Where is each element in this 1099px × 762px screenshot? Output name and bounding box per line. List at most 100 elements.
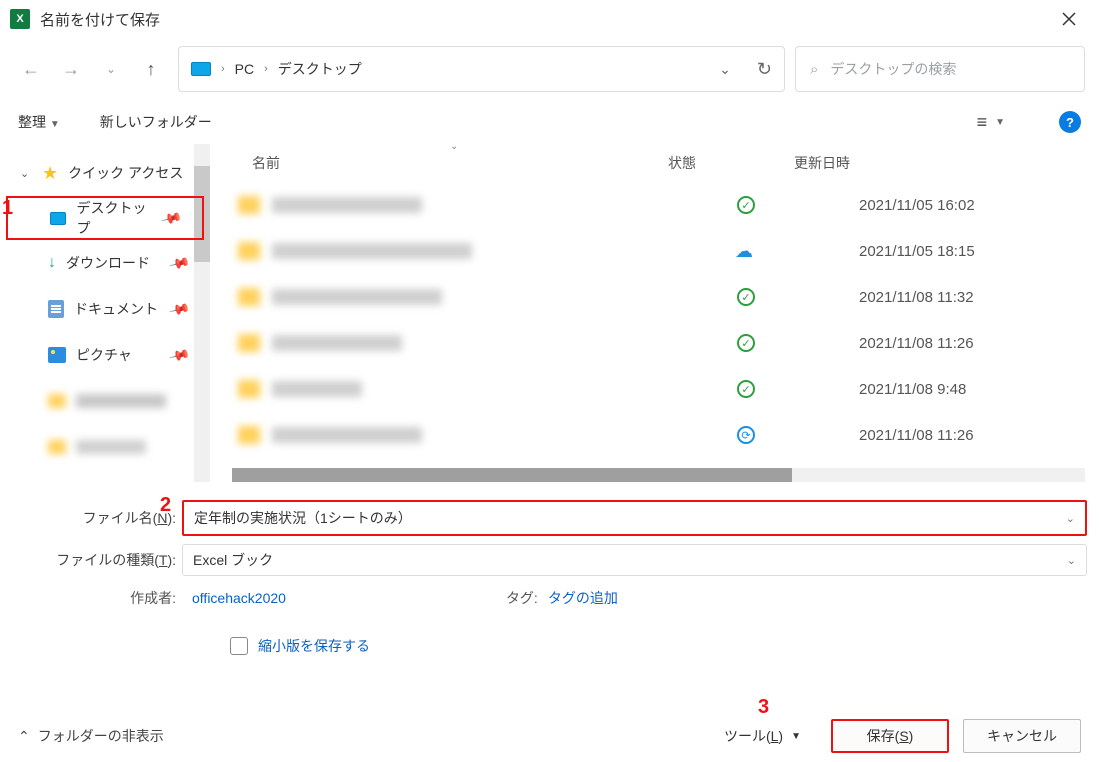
sidebar-item-documents[interactable]: ドキュメント 📌 bbox=[0, 286, 210, 332]
organize-button[interactable]: 整理 ▼ bbox=[18, 112, 60, 132]
form-area: ファイル名(N): 定年制の実施状況（1シートのみ） ⌄ ファイルの種類(T):… bbox=[0, 482, 1099, 656]
file-row[interactable]: ✓2021/11/08 11:32 bbox=[210, 274, 1099, 320]
search-placeholder: デスクトップの検索 bbox=[830, 59, 956, 79]
sidebar-item-downloads[interactable]: ↓ ダウンロード 📌 bbox=[0, 240, 210, 286]
file-status: ✓ bbox=[733, 196, 859, 214]
author-value[interactable]: officehack2020 bbox=[192, 590, 286, 606]
hide-folders-button[interactable]: ⌃ フォルダーの非表示 bbox=[18, 726, 164, 746]
sidebar-item-pictures[interactable]: ピクチャ 📌 bbox=[0, 332, 210, 378]
view-button[interactable]: ≡ ▼ bbox=[977, 112, 1005, 133]
cancel-button[interactable]: キャンセル bbox=[963, 719, 1081, 753]
pin-icon: 📌 bbox=[167, 343, 191, 366]
star-icon: ★ bbox=[42, 163, 58, 184]
horizontal-scrollbar[interactable] bbox=[232, 468, 1085, 482]
folder-icon bbox=[238, 196, 260, 214]
desktop-icon bbox=[50, 212, 66, 225]
file-date: 2021/11/05 16:02 bbox=[859, 197, 1099, 214]
folder-icon bbox=[238, 380, 260, 398]
main-area: ⌄ ★ クイック アクセス デスクトップ 📌 ↓ ダウンロード 📌 ドキュメント… bbox=[0, 144, 1099, 482]
file-list: ✓2021/11/05 16:02☁2021/11/05 18:15✓2021/… bbox=[210, 182, 1099, 468]
horizontal-scrollthumb[interactable] bbox=[232, 468, 792, 482]
file-name-blurred bbox=[272, 427, 422, 443]
breadcrumb-pc[interactable]: PC bbox=[235, 61, 254, 77]
close-icon bbox=[1062, 12, 1076, 26]
filename-input[interactable]: 定年制の実施状況（1シートのみ） ⌄ bbox=[184, 502, 1085, 534]
excel-icon: X bbox=[10, 9, 30, 29]
window-title: 名前を付けて保存 bbox=[40, 9, 160, 30]
sidebar-label: ピクチャ bbox=[76, 345, 132, 365]
file-row[interactable]: ⟳2021/11/08 11:26 bbox=[210, 412, 1099, 458]
sync-icon: ⟳ bbox=[737, 426, 755, 444]
file-row[interactable]: ☁ 2021/11/05 18:15 bbox=[210, 228, 1099, 274]
file-name-blurred bbox=[272, 335, 402, 351]
breadcrumb-location[interactable]: デスクトップ bbox=[278, 59, 362, 79]
chevron-down-icon[interactable]: ⌄ bbox=[1067, 554, 1076, 567]
back-button[interactable]: ← bbox=[22, 59, 40, 80]
pin-icon: 📌 bbox=[159, 206, 183, 229]
file-status: ☁ bbox=[733, 241, 859, 262]
sidebar-item-blurred[interactable] bbox=[0, 378, 210, 424]
pictures-icon bbox=[48, 347, 66, 363]
sidebar-item-desktop[interactable]: デスクトップ 📌 bbox=[6, 196, 204, 240]
sidebar-item-quick-access[interactable]: ⌄ ★ クイック アクセス bbox=[0, 150, 210, 196]
file-name-blurred bbox=[272, 381, 362, 397]
column-header-status[interactable]: 状態 bbox=[668, 153, 794, 173]
sidebar-label: デスクトップ bbox=[76, 198, 152, 238]
sidebar-label: クイック アクセス bbox=[68, 163, 183, 183]
search-icon: ⌕ bbox=[810, 61, 818, 78]
recent-dropdown[interactable]: ⌄ bbox=[102, 62, 120, 76]
folder-icon bbox=[48, 394, 66, 408]
filename-input-highlight: 定年制の実施状況（1シートのみ） ⌄ bbox=[182, 500, 1087, 536]
up-button[interactable]: ↑ bbox=[142, 59, 160, 80]
forward-button[interactable]: → bbox=[62, 59, 80, 80]
file-date: 2021/11/08 11:32 bbox=[859, 289, 1099, 306]
save-button[interactable]: 保存(S) bbox=[831, 719, 949, 753]
file-date: 2021/11/08 9:48 bbox=[859, 381, 1099, 398]
sidebar-label: ダウンロード bbox=[66, 253, 150, 273]
monitor-icon bbox=[191, 62, 211, 76]
new-folder-button[interactable]: 新しいフォルダー bbox=[100, 112, 212, 132]
column-header-name[interactable]: 名前 bbox=[210, 153, 668, 173]
address-bar[interactable]: › PC › デスクトップ ⌄ ↻ bbox=[178, 46, 785, 92]
list-view-icon: ≡ bbox=[977, 112, 988, 133]
folder-icon bbox=[238, 242, 260, 260]
thumbnail-label[interactable]: 縮小版を保存する bbox=[258, 636, 370, 656]
filetype-label: ファイルの種類(T): bbox=[12, 550, 182, 570]
title-bar: X 名前を付けて保存 bbox=[0, 0, 1099, 38]
chevron-down-icon: ⌄ bbox=[20, 167, 32, 180]
file-row[interactable]: ✓2021/11/05 16:02 bbox=[210, 182, 1099, 228]
file-row[interactable]: ✓2021/11/08 11:26 bbox=[210, 320, 1099, 366]
chevron-right-icon: › bbox=[264, 63, 268, 75]
file-date: 2021/11/05 18:15 bbox=[859, 243, 1099, 260]
bottom-bar: ⌃ フォルダーの非表示 ツール(L) ▼ 保存(S) キャンセル bbox=[0, 710, 1099, 762]
sidebar-label: ドキュメント bbox=[74, 299, 158, 319]
filetype-select[interactable]: Excel ブック ⌄ bbox=[182, 544, 1087, 576]
document-icon bbox=[48, 300, 64, 318]
author-label: 作成者: bbox=[12, 588, 182, 608]
thumbnail-checkbox[interactable] bbox=[230, 637, 248, 655]
address-dropdown-icon[interactable]: ⌄ bbox=[719, 61, 731, 78]
folder-icon bbox=[48, 440, 66, 454]
sidebar-item-blurred[interactable] bbox=[0, 424, 210, 470]
close-button[interactable] bbox=[1049, 0, 1089, 38]
file-area: ⌄ 名前 状態 更新日時 ✓2021/11/05 16:02☁2021/11/0… bbox=[210, 144, 1099, 482]
file-name-blurred bbox=[272, 243, 472, 259]
help-button[interactable]: ? bbox=[1059, 111, 1081, 133]
file-status: ✓ bbox=[733, 288, 859, 306]
pin-icon: 📌 bbox=[167, 297, 191, 320]
tools-dropdown[interactable]: ツール(L) ▼ bbox=[724, 726, 801, 746]
refresh-button[interactable]: ↻ bbox=[757, 59, 772, 80]
column-header-date[interactable]: 更新日時 bbox=[794, 153, 1099, 173]
tag-value[interactable]: タグの追加 bbox=[548, 588, 618, 608]
cloud-icon: ☁ bbox=[735, 241, 753, 262]
file-list-header: ⌄ 名前 状態 更新日時 bbox=[210, 144, 1099, 182]
file-status: ⟳ bbox=[733, 426, 859, 444]
search-box[interactable]: ⌕ デスクトップの検索 bbox=[795, 46, 1085, 92]
sidebar: ⌄ ★ クイック アクセス デスクトップ 📌 ↓ ダウンロード 📌 ドキュメント… bbox=[0, 144, 210, 482]
chevron-right-icon: › bbox=[221, 63, 225, 75]
file-status: ✓ bbox=[733, 334, 859, 352]
file-date: 2021/11/08 11:26 bbox=[859, 335, 1099, 352]
chevron-down-icon[interactable]: ⌄ bbox=[1066, 512, 1075, 525]
file-row[interactable]: ✓2021/11/08 9:48 bbox=[210, 366, 1099, 412]
tag-label: タグ: bbox=[506, 588, 538, 608]
